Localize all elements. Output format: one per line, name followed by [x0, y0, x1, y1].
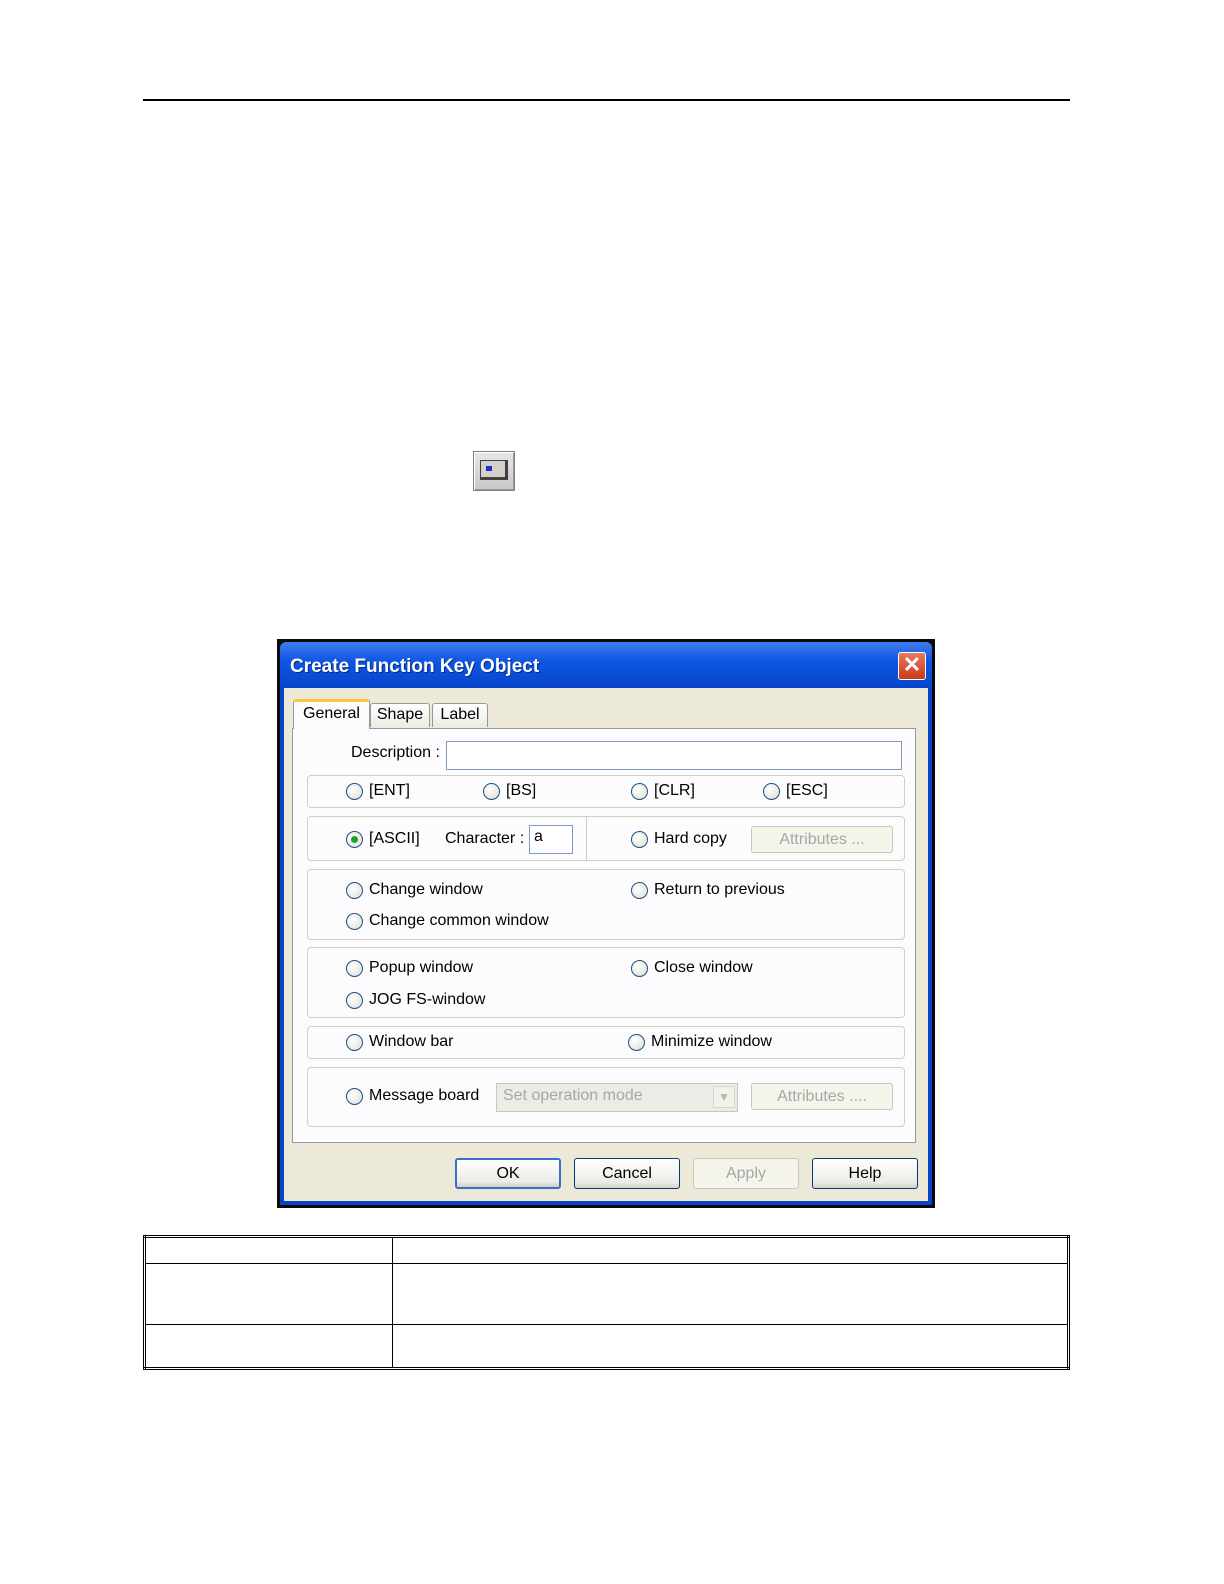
window-bar-group: Window bar Minimize window — [307, 1026, 905, 1059]
character-input[interactable]: a — [529, 825, 573, 854]
group-divider — [586, 817, 587, 860]
table-cell — [392, 1236, 1069, 1264]
radio-change-common-window-label: Change common window — [369, 912, 549, 929]
key-group: [ENT] [BS] [CLR] [ESC] — [307, 775, 905, 808]
table-cell — [392, 1263, 1069, 1325]
apply-button[interactable]: Apply — [693, 1158, 799, 1189]
radio-popup-window[interactable] — [346, 960, 363, 977]
radio-hard-copy[interactable] — [631, 831, 648, 848]
table-cell — [144, 1263, 393, 1325]
table-row — [144, 1236, 1069, 1264]
radio-window-bar-label: Window bar — [369, 1033, 454, 1050]
radio-change-common-window[interactable] — [346, 913, 363, 930]
radio-bs-label: [BS] — [506, 782, 537, 799]
radio-close-window-label: Close window — [654, 959, 753, 976]
character-label: Character : — [445, 830, 525, 847]
chevron-down-icon[interactable]: ▼ — [713, 1086, 735, 1108]
operation-mode-value: Set operation mode — [503, 1087, 643, 1104]
radio-jog-fs-window[interactable] — [346, 992, 363, 1009]
popup-window-group: Popup window Close window JOG FS-window — [307, 947, 905, 1018]
dialog-frame: Create Function Key Object ✕ General Sha… — [280, 642, 932, 1205]
table-row — [144, 1263, 1069, 1325]
cancel-button[interactable]: Cancel — [574, 1158, 680, 1189]
radio-return-to-previous[interactable] — [631, 882, 648, 899]
description-label: Description : — [351, 744, 440, 761]
radio-change-window[interactable] — [346, 882, 363, 899]
dialog-title: Create Function Key Object — [290, 656, 540, 677]
radio-hard-copy-label: Hard copy — [654, 830, 727, 847]
radio-bs[interactable] — [483, 783, 500, 800]
general-tab-page: Description : [ENT] [BS] [CLR] [ESC] [AS… — [292, 728, 916, 1143]
change-window-group: Change window Return to previous Change … — [307, 869, 905, 940]
hard-copy-attributes-button[interactable]: Attributes ... — [751, 826, 893, 853]
radio-message-board[interactable] — [346, 1088, 363, 1105]
radio-ent[interactable] — [346, 783, 363, 800]
radio-ascii[interactable] — [346, 831, 363, 848]
radio-minimize-window-label: Minimize window — [651, 1033, 772, 1050]
table-cell — [392, 1324, 1069, 1369]
create-function-key-dialog: Create Function Key Object ✕ General Sha… — [277, 639, 935, 1208]
radio-window-bar[interactable] — [346, 1034, 363, 1051]
ascii-group: [ASCII] Character : a Hard copy Attribut… — [307, 816, 905, 861]
button-face — [480, 460, 508, 480]
tab-label[interactable]: Label — [432, 703, 488, 727]
close-icon[interactable]: ✕ — [898, 652, 926, 680]
operation-mode-select[interactable]: Set operation mode ▼ — [496, 1083, 738, 1112]
description-input[interactable] — [446, 741, 902, 770]
radio-popup-window-label: Popup window — [369, 959, 474, 976]
radio-clr-label: [CLR] — [654, 782, 695, 799]
radio-minimize-window[interactable] — [628, 1034, 645, 1051]
table-cell — [144, 1236, 393, 1264]
help-button[interactable]: Help — [812, 1158, 918, 1189]
radio-close-window[interactable] — [631, 960, 648, 977]
tab-shape[interactable]: Shape — [370, 703, 430, 727]
radio-esc[interactable] — [763, 783, 780, 800]
function-key-icon[interactable] — [473, 451, 515, 491]
radio-return-to-previous-label: Return to previous — [654, 881, 785, 898]
radio-message-board-label: Message board — [369, 1087, 480, 1104]
description-table — [143, 1235, 1070, 1370]
table-cell — [144, 1324, 393, 1369]
ok-button[interactable]: OK — [455, 1158, 561, 1189]
table-row — [144, 1324, 1069, 1369]
header-rule — [143, 99, 1070, 101]
radio-ent-label: [ENT] — [369, 782, 410, 799]
radio-clr[interactable] — [631, 783, 648, 800]
radio-change-window-label: Change window — [369, 881, 483, 898]
dialog-client: General Shape Label Description : [ENT] … — [284, 688, 928, 1201]
radio-jog-fs-window-label: JOG FS-window — [369, 991, 486, 1008]
title-bar[interactable]: Create Function Key Object ✕ — [280, 642, 932, 686]
indicator-dot — [486, 466, 492, 471]
message-board-group: Message board Set operation mode ▼ Attri… — [307, 1067, 905, 1127]
radio-ascii-label: [ASCII] — [369, 830, 420, 847]
tab-general[interactable]: General — [293, 699, 370, 729]
message-board-attributes-button[interactable]: Attributes .... — [751, 1083, 893, 1110]
radio-esc-label: [ESC] — [786, 782, 828, 799]
